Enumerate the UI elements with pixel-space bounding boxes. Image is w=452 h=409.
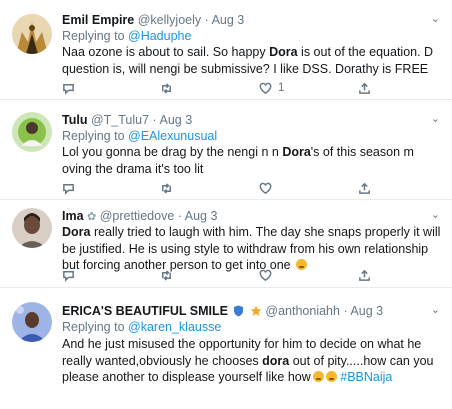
like-button[interactable]: 1 — [259, 81, 284, 95]
dove-emoji-icon: ✿ — [87, 211, 97, 223]
display-name[interactable]: Ima — [62, 209, 84, 223]
tweet-text: Naa ozone is about to sail. So happy Dor… — [62, 44, 442, 77]
retweet-button[interactable] — [160, 81, 173, 95]
handle[interactable]: @prettiedove — [100, 209, 175, 223]
retweet-icon — [162, 182, 171, 194]
reply-button[interactable] — [62, 81, 75, 95]
replying-prefix: Replying to — [62, 320, 129, 334]
separator-dot: · — [177, 209, 182, 223]
replying-to-link[interactable]: @karen_klausse — [128, 320, 221, 334]
reply-button[interactable] — [62, 268, 75, 282]
star-icon — [250, 305, 262, 316]
replying-to-link[interactable]: @Haduphe — [128, 29, 191, 43]
replying-prefix: Replying to — [62, 129, 129, 143]
highlight-term: Dora — [269, 45, 298, 59]
tweet-text: Lol you gonna be drag by the nengi n n D… — [62, 144, 442, 177]
reply-icon — [63, 270, 74, 282]
tweet[interactable]: Emil Empire @kellyjoely · Aug 3 ⌄ Replyi… — [0, 0, 452, 100]
tweet[interactable]: ERICA'S BEAUTIFUL SMILE @anthoniahh · Au… — [0, 288, 452, 409]
replying-to: Replying to @karen_klausse — [62, 319, 221, 335]
tweet-text: Dora really tried to laugh with him. The… — [62, 224, 442, 274]
handle[interactable]: @anthoniahh — [265, 304, 340, 318]
avatar[interactable] — [12, 112, 52, 152]
display-name[interactable]: ERICA'S BEAUTIFUL SMILE — [62, 304, 228, 318]
tweet-header: ERICA'S BEAUTIFUL SMILE @anthoniahh · Au… — [62, 303, 442, 319]
share-button[interactable] — [358, 81, 371, 95]
chevron-down-icon[interactable]: ⌄ — [431, 12, 440, 25]
avatar[interactable] — [12, 14, 52, 54]
chevron-down-icon[interactable]: ⌄ — [431, 112, 440, 125]
highlight-term: Dora — [282, 145, 311, 159]
replying-to: Replying to @Haduphe — [62, 28, 191, 44]
share-button[interactable] — [358, 268, 371, 282]
retweet-button[interactable] — [160, 268, 173, 282]
tweet[interactable]: Tulu @T_Tulu7 · Aug 3 ⌄ Replying to @EAl… — [0, 100, 452, 200]
avatar[interactable] — [12, 302, 52, 342]
tweet-text-part: Naa ozone is about to sail. So happy — [62, 45, 270, 59]
share-icon — [359, 269, 370, 281]
like-count: 1 — [278, 82, 285, 94]
tweet-text-part: really tried to laugh with him. The day … — [62, 225, 441, 272]
share-button[interactable] — [358, 181, 371, 195]
separator-dot: · — [204, 13, 209, 27]
reply-button[interactable] — [62, 181, 75, 195]
tweet-actions — [62, 268, 392, 282]
retweet-button[interactable] — [160, 181, 173, 195]
like-icon — [259, 182, 272, 194]
replying-prefix: Replying to — [62, 29, 129, 43]
reply-icon — [63, 183, 74, 195]
share-icon — [359, 82, 370, 94]
shield-icon — [234, 305, 244, 317]
handle[interactable]: @kellyjoely — [138, 13, 201, 27]
retweet-icon — [162, 82, 171, 94]
like-icon — [259, 82, 272, 94]
separator-dot: · — [343, 304, 348, 318]
like-icon — [259, 269, 272, 281]
like-button[interactable] — [259, 268, 272, 282]
share-icon — [359, 182, 370, 194]
tweet[interactable]: Ima ✿ @prettiedove · Aug 3 ⌄ Dora really… — [0, 200, 452, 288]
avatar[interactable] — [12, 208, 52, 248]
chevron-down-icon[interactable]: ⌄ — [431, 208, 440, 221]
timestamp[interactable]: Aug 3 — [212, 13, 245, 27]
tweet-header: Tulu @T_Tulu7 · Aug 3 — [62, 112, 442, 128]
handle[interactable]: @T_Tulu7 — [91, 113, 149, 127]
timestamp[interactable]: Aug 3 — [350, 304, 383, 318]
tweet-header: Emil Empire @kellyjoely · Aug 3 — [62, 12, 442, 28]
highlight-term: dora — [262, 353, 290, 368]
smirk-emoji-icon — [325, 371, 337, 382]
hashtag-link[interactable]: #BBNaija — [340, 370, 392, 384]
display-name[interactable]: Tulu — [62, 113, 87, 127]
tweet-actions — [62, 181, 392, 195]
replying-to-link[interactable]: @EAlexunusual — [128, 129, 217, 143]
tweet-text: And he just misused the opportunity for … — [62, 336, 442, 386]
retweet-icon — [162, 269, 171, 281]
timestamp[interactable]: Aug 3 — [185, 209, 218, 223]
display-name[interactable]: Emil Empire — [62, 13, 134, 27]
replying-to: Replying to @EAlexunusual — [62, 128, 217, 144]
highlight-term: Dora — [62, 225, 91, 239]
like-button[interactable] — [259, 181, 272, 195]
chevron-down-icon[interactable]: ⌄ — [431, 303, 440, 316]
separator-dot: · — [152, 113, 157, 127]
tweet-actions: 1 — [62, 81, 392, 95]
smirk-emoji-icon — [312, 371, 324, 382]
tweet-text-part: Lol you gonna be drag by the nengi n n — [62, 145, 283, 159]
reply-icon — [63, 83, 74, 95]
timestamp[interactable]: Aug 3 — [159, 113, 192, 127]
tweet-header: Ima ✿ @prettiedove · Aug 3 — [62, 208, 442, 224]
